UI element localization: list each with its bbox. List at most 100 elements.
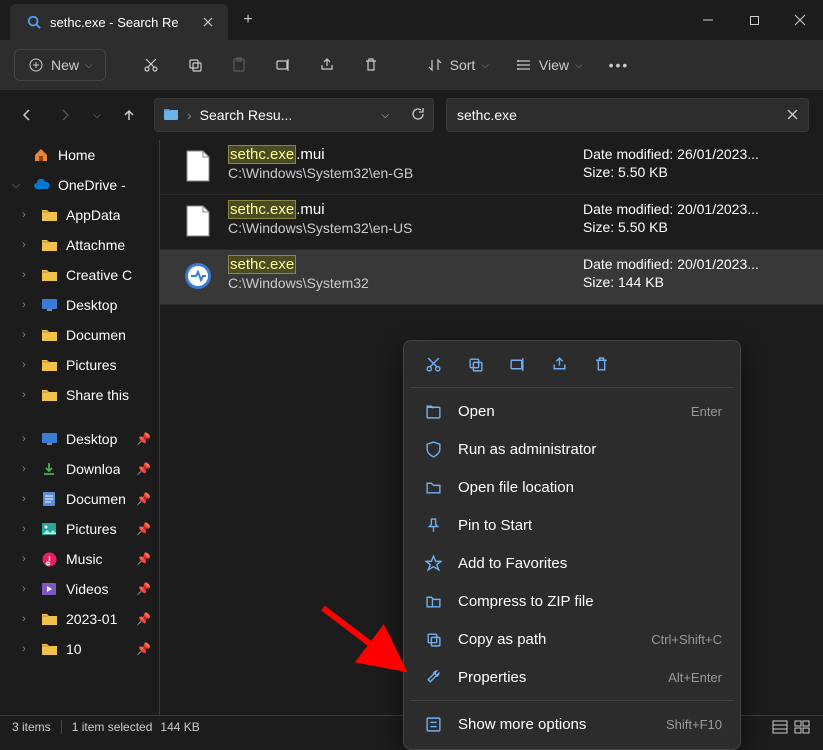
sidebar-item[interactable]: ›Downloa📌 xyxy=(0,454,159,484)
folder-icon xyxy=(40,236,58,254)
context-copy-path[interactable]: Copy as path Ctrl+Shift+C xyxy=(410,620,734,658)
sidebar-item[interactable]: › 10 📌 xyxy=(0,634,159,664)
chevron-right-icon[interactable]: › xyxy=(16,209,32,221)
more-icon xyxy=(422,713,444,735)
search-input[interactable] xyxy=(457,107,779,123)
paste-button[interactable] xyxy=(220,50,258,80)
search-bar[interactable] xyxy=(446,98,809,132)
sidebar-item[interactable]: › Creative C xyxy=(0,260,159,290)
minimize-button[interactable] xyxy=(685,0,731,40)
up-button[interactable] xyxy=(116,102,142,128)
context-add-favorites[interactable]: Add to Favorites xyxy=(410,544,734,582)
cut-icon[interactable] xyxy=(422,353,444,375)
folder-open-icon xyxy=(422,476,444,498)
sidebar-item[interactable]: ›Desktop📌 xyxy=(0,424,159,454)
new-label: New xyxy=(51,57,79,73)
chevron-right-icon[interactable]: › xyxy=(16,433,32,445)
sidebar-item[interactable]: ›Desktop xyxy=(0,290,159,320)
window-tab[interactable]: sethc.exe - Search Re xyxy=(10,4,228,40)
chevron-right-icon[interactable]: › xyxy=(16,583,32,595)
context-show-more[interactable]: Show more options Shift+F10 xyxy=(410,705,734,743)
sidebar-item-label: 10 xyxy=(66,641,82,657)
sidebar-item[interactable]: ›Music📌 xyxy=(0,544,159,574)
sidebar-item-onedrive[interactable]: ⌵ OneDrive - xyxy=(0,170,159,200)
sidebar-item[interactable]: ›Share this xyxy=(0,380,159,410)
recent-button[interactable]: ⌵ xyxy=(90,102,104,128)
chevron-right-icon[interactable]: › xyxy=(16,239,32,251)
back-button[interactable] xyxy=(14,102,40,128)
view-icon xyxy=(515,56,533,74)
context-properties[interactable]: Properties Alt+Enter xyxy=(410,658,734,696)
chevron-down-icon[interactable]: ⌵ xyxy=(381,110,389,121)
sidebar-item-label: Desktop xyxy=(66,431,117,447)
sidebar-item[interactable]: ›Attachme xyxy=(0,230,159,260)
refresh-button[interactable] xyxy=(411,107,425,124)
copy-icon[interactable] xyxy=(464,353,486,375)
status-selected: 1 item selected xyxy=(72,720,153,734)
result-filename: sethc.exe.mui xyxy=(228,201,569,218)
share-icon[interactable] xyxy=(548,353,570,375)
sidebar-item[interactable]: ›Documen xyxy=(0,320,159,350)
delete-button[interactable] xyxy=(352,50,390,80)
context-pin-to-start[interactable]: Pin to Start xyxy=(410,506,734,544)
sort-button[interactable]: Sort ⌵ xyxy=(416,50,499,80)
clear-search-icon[interactable] xyxy=(787,107,798,123)
chevron-right-icon[interactable]: › xyxy=(16,523,32,535)
maximize-button[interactable] xyxy=(731,0,777,40)
sidebar-item[interactable]: ›Videos📌 xyxy=(0,574,159,604)
share-button[interactable] xyxy=(308,50,346,80)
monitor-icon xyxy=(40,296,58,314)
trash-icon xyxy=(362,56,380,74)
sidebar-item-label: Creative C xyxy=(66,267,132,283)
cut-button[interactable] xyxy=(132,50,170,80)
folder-icon xyxy=(40,610,58,628)
thumbnails-view-icon[interactable] xyxy=(793,718,811,736)
view-button[interactable]: View ⌵ xyxy=(505,50,593,80)
rename-icon xyxy=(274,56,292,74)
chevron-right-icon[interactable]: › xyxy=(16,329,32,341)
chevron-right-icon[interactable]: › xyxy=(16,359,32,371)
chevron-right-icon[interactable]: › xyxy=(16,269,32,281)
close-tab-icon[interactable] xyxy=(200,14,216,30)
file-icon xyxy=(182,256,214,296)
search-result[interactable]: sethc.exeC:\Windows\System32Date modifie… xyxy=(160,250,823,305)
search-result[interactable]: sethc.exe.muiC:\Windows\System32\en-GBDa… xyxy=(160,140,823,195)
sidebar-item[interactable]: ›Documen📌 xyxy=(0,484,159,514)
context-open[interactable]: Open Enter xyxy=(410,392,734,430)
details-view-icon[interactable] xyxy=(771,718,789,736)
sidebar-item[interactable]: › AppData xyxy=(0,200,159,230)
chevron-right-icon[interactable]: › xyxy=(16,463,32,475)
ellipsis-icon: ••• xyxy=(609,57,630,73)
context-run-as-admin[interactable]: Run as administrator xyxy=(410,430,734,468)
chevron-right-icon[interactable]: › xyxy=(16,299,32,311)
new-button[interactable]: New ⌵ xyxy=(14,49,106,81)
address-text: Search Resu... xyxy=(200,107,374,123)
result-filename: sethc.exe xyxy=(228,256,569,273)
chevron-right-icon[interactable]: › xyxy=(16,389,32,401)
close-window-button[interactable] xyxy=(777,0,823,40)
trash-icon[interactable] xyxy=(590,353,612,375)
sort-icon xyxy=(426,56,444,74)
chevron-down-icon[interactable]: ⌵ xyxy=(8,179,24,192)
chevron-right-icon[interactable]: › xyxy=(16,643,32,655)
chevron-right-icon[interactable]: › xyxy=(16,613,32,625)
sidebar-item[interactable]: ›Pictures📌 xyxy=(0,514,159,544)
rename-icon[interactable] xyxy=(506,353,528,375)
more-button[interactable]: ••• xyxy=(599,51,640,79)
sidebar-item[interactable]: ›Pictures xyxy=(0,350,159,380)
new-tab-button[interactable]: + xyxy=(228,11,268,29)
sidebar-item-home[interactable]: Home xyxy=(0,140,159,170)
sidebar-item-label: AppData xyxy=(66,207,120,223)
rename-button[interactable] xyxy=(264,50,302,80)
address-bar[interactable]: › Search Resu... ⌵ xyxy=(154,98,434,132)
pin-icon: 📌 xyxy=(136,642,151,656)
sidebar-item[interactable]: ›2023-01📌 xyxy=(0,604,159,634)
chevron-right-icon[interactable]: › xyxy=(16,493,32,505)
sidebar-item-label: Pictures xyxy=(66,521,117,537)
chevron-right-icon[interactable]: › xyxy=(16,553,32,565)
forward-button[interactable] xyxy=(52,102,78,128)
context-compress-zip[interactable]: Compress to ZIP file xyxy=(410,582,734,620)
context-open-location[interactable]: Open file location xyxy=(410,468,734,506)
copy-button[interactable] xyxy=(176,50,214,80)
search-result[interactable]: sethc.exe.muiC:\Windows\System32\en-USDa… xyxy=(160,195,823,250)
